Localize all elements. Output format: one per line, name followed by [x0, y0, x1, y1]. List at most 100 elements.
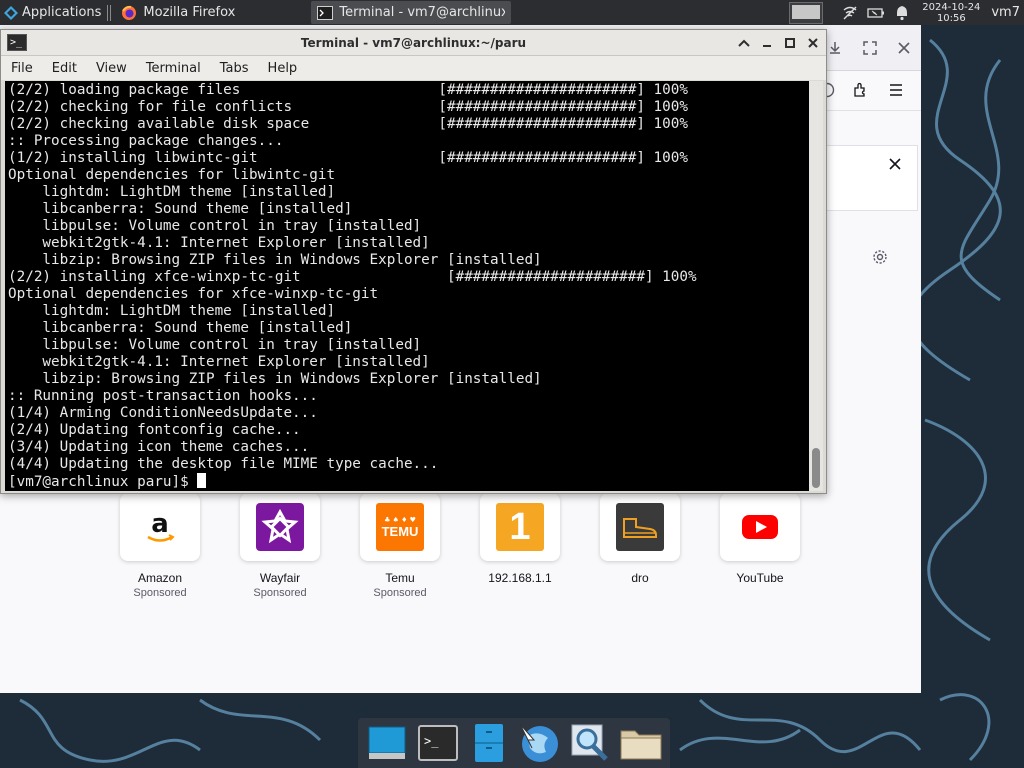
menu-edit[interactable]: Edit: [42, 61, 86, 76]
dro-icon: [600, 493, 680, 561]
clock-time: 10:56: [936, 12, 966, 24]
close-window-icon[interactable]: [895, 39, 913, 57]
ip-tile-text: 1: [509, 505, 531, 548]
extensions-icon[interactable]: [851, 81, 869, 99]
applications-menu[interactable]: Applications: [0, 0, 105, 25]
desktop-icon[interactable]: [365, 721, 409, 765]
shortcut-label: dro: [631, 571, 649, 585]
shortcut-dro[interactable]: dro: [580, 493, 700, 585]
maximize-icon[interactable]: [780, 33, 800, 53]
terminal-titlebar[interactable]: >_ Terminal - vm7@archlinux:~/paru: [1, 30, 826, 56]
terminal-menubar: File Edit View Terminal Tabs Help: [1, 56, 826, 80]
menu-file[interactable]: File: [1, 61, 42, 76]
terminal-line: (2/2) loading package files [###########…: [8, 82, 688, 98]
task-label: Mozilla Firefox: [143, 5, 236, 20]
terminal-icon: [317, 5, 334, 20]
minimize-icon[interactable]: [757, 33, 777, 53]
terminal-line: webkit2gtk-4.1: Internet Explorer [insta…: [8, 235, 430, 251]
terminal-line: lightdm: LightDM theme [installed]: [8, 303, 336, 319]
terminal-line: webkit2gtk-4.1: Internet Explorer [insta…: [8, 354, 430, 370]
shortcut-wayfair[interactable]: Wayfair Sponsored: [220, 493, 340, 599]
svg-text:>_: >_: [424, 734, 439, 748]
menu-help[interactable]: Help: [258, 61, 307, 76]
terminal-prompt-line[interactable]: [vm7@archlinux paru]$: [5, 473, 809, 490]
shortcut-label: Temu: [385, 571, 415, 585]
terminal-line: (2/4) Updating fontconfig cache...: [8, 422, 301, 438]
menu-tabs[interactable]: Tabs: [210, 61, 258, 76]
web-browser-icon[interactable]: [517, 721, 561, 765]
terminal-line: (2/2) checking for file conflicts [#####…: [8, 99, 688, 115]
applications-label: Applications: [22, 5, 102, 20]
hamburger-menu-icon[interactable]: [887, 81, 905, 99]
xfce-logo-icon: [4, 5, 18, 20]
file-manager-icon[interactable]: [467, 721, 511, 765]
terminal-line: libcanberra: Sound theme [installed]: [8, 201, 353, 217]
dock: >_: [358, 718, 670, 768]
ip-icon: 1: [480, 493, 560, 561]
panel-tray: 2024-10-24 10:56 vm7: [789, 0, 1024, 25]
terminal-app-icon[interactable]: >_: [7, 34, 27, 51]
sponsored-label: Sponsored: [253, 587, 307, 599]
temu-icon: ♣ ♠ ♦ ♥ TEMU: [360, 493, 440, 561]
window-title: Terminal - vm7@archlinux:~/paru: [300, 35, 527, 50]
clock-date: 2024-10-24: [922, 1, 981, 13]
fullscreen-icon[interactable]: [861, 39, 879, 57]
terminal-line: libpulse: Volume control in tray [instal…: [8, 218, 422, 234]
terminal-line: libzip: Browsing ZIP files in Windows Ex…: [8, 371, 542, 387]
terminal-line: :: Processing package changes...: [8, 133, 284, 149]
terminal-line: (1/2) installing libwintc-git [#########…: [8, 150, 688, 166]
dismiss-icon[interactable]: [886, 155, 904, 173]
terminal-line: libzip: Browsing ZIP files in Windows Ex…: [8, 252, 542, 268]
shell-prompt: [vm7@archlinux paru]$: [8, 474, 198, 490]
download-icon[interactable]: [826, 39, 844, 57]
top-panel: Applications Mozilla Firefox Terminal - …: [0, 0, 1024, 25]
shortcut-temu[interactable]: ♣ ♠ ♦ ♥ TEMU Temu Sponsored: [340, 493, 460, 599]
temu-logo-text: TEMU: [381, 523, 419, 539]
terminal-window: >_ Terminal - vm7@archlinux:~/paru File …: [0, 29, 827, 494]
clock[interactable]: 2024-10-24 10:56: [921, 2, 981, 24]
menu-view[interactable]: View: [86, 61, 136, 76]
shortcut-label: 192.168.1.1: [488, 571, 552, 585]
terminal-line: (1/4) Arming ConditionNeedsUpdate...: [8, 405, 318, 421]
task-terminal[interactable]: Terminal - vm7@archlinux:~...: [311, 1, 512, 24]
terminal-line: (3/4) Updating icon theme caches...: [8, 439, 310, 455]
settings-gear-icon[interactable]: [871, 248, 889, 266]
notification-bell-icon[interactable]: [893, 4, 911, 22]
shortcut-youtube[interactable]: YouTube: [700, 493, 820, 585]
firefox-icon: [121, 5, 137, 21]
terminal-line: (2/2) checking available disk space [###…: [8, 116, 688, 132]
terminal-line: lightdm: LightDM theme [installed]: [8, 184, 336, 200]
terminal-line: (2/2) installing xfce-winxp-tc-git [####…: [8, 269, 697, 285]
shade-chevron-up-icon[interactable]: [734, 33, 754, 53]
search-icon[interactable]: [568, 721, 612, 765]
terminal-icon[interactable]: >_: [416, 721, 460, 765]
text-select-cursor-icon: I: [583, 246, 594, 267]
shortcut-label: YouTube: [736, 571, 784, 585]
text-cursor: [197, 473, 207, 488]
svg-text:a: a: [151, 509, 169, 539]
wayfair-icon: [240, 493, 320, 561]
firefox-notification-card: [826, 145, 918, 211]
sponsored-label: Sponsored: [133, 587, 187, 599]
terminal-line: Optional dependencies for xfce-winxp-tc-…: [8, 286, 379, 302]
task-firefox[interactable]: Mozilla Firefox: [115, 1, 311, 24]
terminal-line: :: Running post-transaction hooks...: [8, 388, 318, 404]
menu-terminal[interactable]: Terminal: [136, 61, 210, 76]
workspace-switcher[interactable]: [789, 1, 824, 24]
network-disconnected-icon[interactable]: [841, 4, 859, 22]
shortcut-label: Wayfair: [259, 571, 301, 585]
terminal-line: libpulse: Volume control in tray [instal…: [8, 337, 422, 353]
battery-icon[interactable]: [867, 4, 885, 22]
task-label: Terminal - vm7@archlinux:~...: [339, 5, 506, 20]
terminal-output[interactable]: (2/2) loading package files [###########…: [5, 81, 809, 491]
folder-icon[interactable]: [619, 721, 663, 765]
close-icon[interactable]: [803, 33, 823, 53]
user-menu[interactable]: vm7: [987, 5, 1024, 20]
panel-separator: [107, 4, 114, 21]
terminal-line: libcanberra: Sound theme [installed]: [8, 320, 353, 336]
scrollbar-thumb[interactable]: [812, 448, 820, 488]
shortcut-192-168-1-1[interactable]: 1 192.168.1.1: [460, 493, 580, 585]
shortcut-amazon[interactable]: a Amazon Sponsored: [100, 493, 220, 599]
terminal-line: Optional dependencies for libwintc-git: [8, 167, 336, 183]
terminal-scrollbar[interactable]: [809, 81, 823, 491]
